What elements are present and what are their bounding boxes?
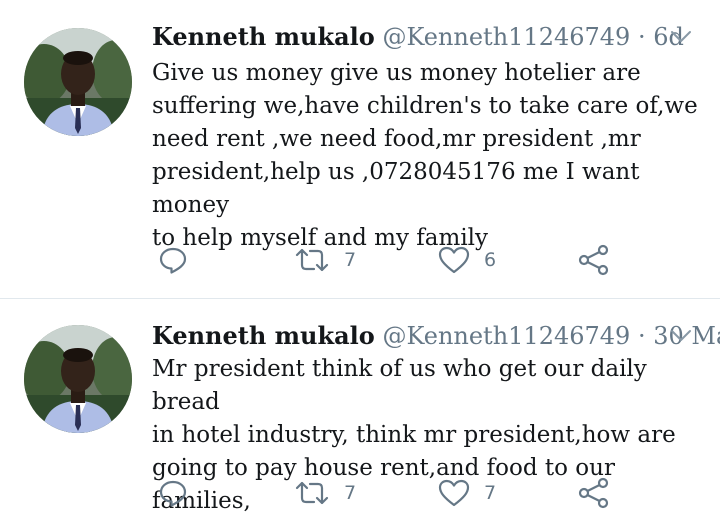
heart-icon: [438, 246, 470, 274]
avatar[interactable]: [24, 28, 132, 136]
retweet-button[interactable]: 7: [294, 473, 356, 513]
reply-icon: [159, 480, 187, 507]
author-name[interactable]: Kenneth mukalo: [152, 321, 375, 350]
action-bar: 7 6: [152, 240, 632, 280]
share-icon: [578, 244, 609, 276]
retweet-button[interactable]: 7: [294, 240, 356, 280]
avatar-photo: [24, 28, 132, 136]
retweet-icon: [295, 248, 329, 272]
tweet-feed: Kenneth mukalo @Kenneth11246749 · 6d Giv…: [0, 0, 720, 525]
tweet[interactable]: Kenneth mukalo @Kenneth11246749 · 6d Giv…: [0, 0, 720, 299]
like-button[interactable]: 6: [438, 240, 496, 280]
like-count: 7: [484, 482, 497, 504]
author-name[interactable]: Kenneth mukalo: [152, 22, 375, 51]
tweet-text: Give us money give us money hotelier are…: [152, 60, 698, 251]
separator-dot: ·: [637, 322, 646, 350]
reply-button[interactable]: [158, 240, 188, 280]
like-count: 6: [484, 249, 497, 271]
avatar-photo: [24, 325, 132, 433]
share-button[interactable]: [578, 240, 610, 280]
tweet-header: Kenneth mukalo @Kenneth11246749 · 6d: [152, 22, 684, 52]
author-handle[interactable]: @Kenneth11246749: [382, 322, 630, 350]
tweet-header: Kenneth mukalo @Kenneth11246749 · 30 Mar: [152, 321, 720, 351]
heart-icon: [438, 479, 470, 507]
chevron-down-icon[interactable]: [670, 26, 692, 48]
retweet-icon: [295, 481, 329, 505]
share-icon: [578, 477, 609, 509]
author-handle[interactable]: @Kenneth11246749: [382, 23, 630, 51]
retweet-count: 7: [344, 482, 357, 504]
retweet-count: 7: [344, 249, 357, 271]
tweet[interactable]: Kenneth mukalo @Kenneth11246749 · 30 Mar…: [0, 299, 720, 525]
action-bar: 7 7: [152, 473, 632, 513]
like-button[interactable]: 7: [438, 473, 496, 513]
avatar[interactable]: [24, 325, 132, 433]
separator-dot: ·: [637, 23, 646, 51]
chevron-down-icon[interactable]: [670, 325, 692, 347]
reply-icon: [159, 247, 187, 274]
share-button[interactable]: [578, 473, 610, 513]
reply-button[interactable]: [158, 473, 188, 513]
